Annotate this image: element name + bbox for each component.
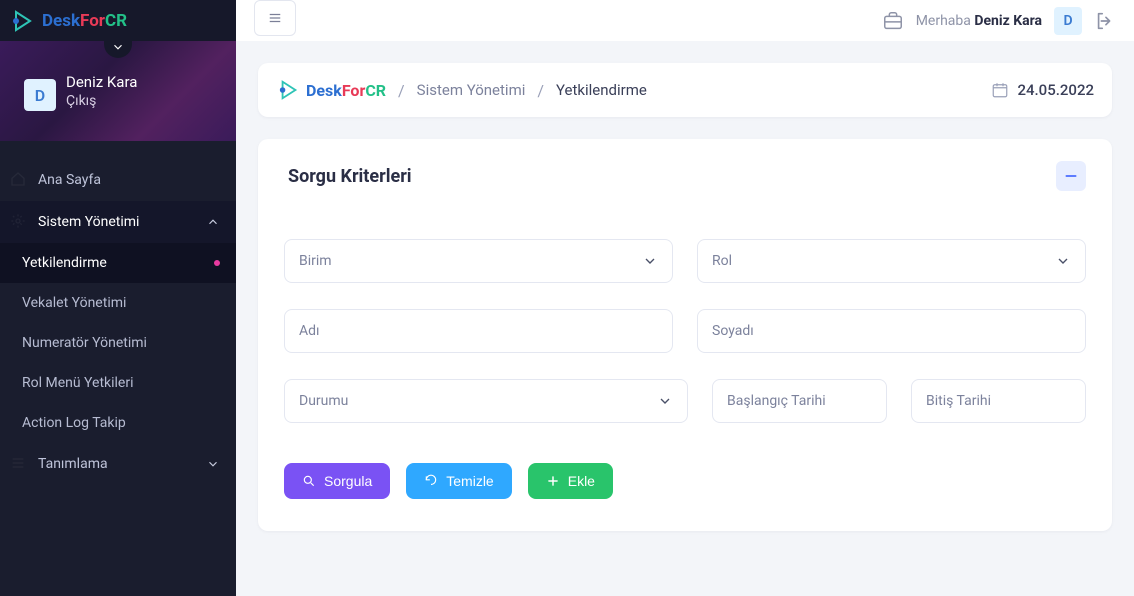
nav-item-label: Sistem Yönetimi [38, 214, 139, 230]
adi-input[interactable]: Adı [284, 309, 673, 353]
logout-icon[interactable] [1094, 10, 1116, 32]
breadcrumb-date: 24.05.2022 [991, 81, 1094, 99]
nav-item-label: Ana Sayfa [38, 172, 101, 188]
field-label: Adı [299, 323, 320, 339]
sub-item-numerator[interactable]: Numeratör Yönetimi [0, 323, 236, 363]
field-label: Rol [712, 253, 732, 269]
button-label: Ekle [568, 473, 595, 489]
sub-item-action-log[interactable]: Action Log Takip [0, 403, 236, 443]
field-label: Birim [299, 253, 332, 269]
sidebar: DeskForCR D Deniz Kara Çıkış Ana Sayfa S… [0, 0, 236, 596]
header-avatar[interactable]: D [1054, 7, 1082, 35]
sub-item-authorization[interactable]: Yetkilendirme [0, 243, 236, 283]
bitis-date-input[interactable]: Bitiş Tarihi [911, 379, 1086, 423]
soyadi-input[interactable]: Soyadı [697, 309, 1086, 353]
logo-icon [276, 77, 302, 103]
sub-item-delegation[interactable]: Vekalet Yönetimi [0, 283, 236, 323]
action-bar: Sorgula Temizle Ekle [284, 463, 1086, 499]
nav-item-home[interactable]: Ana Sayfa [0, 159, 236, 201]
panel-header: Sorgu Kriterleri [284, 161, 1086, 191]
nav-item-definition[interactable]: Tanımlama [0, 443, 236, 485]
search-icon [302, 474, 316, 488]
breadcrumb-item[interactable]: Sistem Yönetimi [417, 81, 526, 99]
chevron-down-icon [1055, 253, 1071, 269]
hamburger-button[interactable] [254, 0, 296, 36]
calendar-icon [991, 81, 1009, 99]
sub-item-label: Action Log Takip [22, 415, 126, 431]
main: Merhaba Deniz Kara D DeskForCR / Sistem … [236, 0, 1134, 596]
button-label: Sorgula [324, 473, 372, 489]
avatar: D [24, 79, 56, 111]
active-dot-icon [214, 260, 220, 266]
logo-text: DeskForCR [42, 11, 127, 31]
briefcase-icon[interactable] [882, 10, 904, 32]
profile-area: D Deniz Kara Çıkış [0, 41, 236, 141]
home-icon [10, 171, 28, 189]
durumu-select[interactable]: Durumu [284, 379, 688, 423]
baslangic-date-input[interactable]: Başlangıç Tarihi [712, 379, 887, 423]
collapse-button[interactable] [1056, 161, 1086, 191]
panel-title: Sorgu Kriterleri [284, 166, 412, 187]
date-value: 24.05.2022 [1017, 81, 1094, 99]
topbar: Merhaba Deniz Kara D [236, 0, 1134, 41]
breadcrumb-item-active: Yetkilendirme [556, 81, 647, 99]
nav-item-label: Tanımlama [38, 456, 108, 472]
birim-select[interactable]: Birim [284, 239, 673, 283]
content: DeskForCR / Sistem Yönetimi / Yetkilendi… [236, 41, 1134, 553]
logo-icon [10, 8, 36, 34]
breadcrumb-card: DeskForCR / Sistem Yönetimi / Yetkilendi… [258, 63, 1112, 117]
greeting-name: Deniz Kara [974, 13, 1042, 29]
list-icon [10, 455, 28, 473]
nav-item-system-management[interactable]: Sistem Yönetimi [0, 201, 236, 243]
profile-name: Deniz Kara [66, 73, 137, 91]
undo-icon [424, 474, 438, 488]
plus-icon [546, 474, 560, 488]
chevron-down-icon [642, 253, 658, 269]
field-label: Bitiş Tarihi [926, 393, 991, 409]
breadcrumb-logo[interactable]: DeskForCR [276, 77, 386, 103]
greeting: Merhaba Deniz Kara [916, 13, 1042, 29]
temizle-button[interactable]: Temizle [406, 463, 511, 499]
nav: Ana Sayfa Sistem Yönetimi Yetkilendirme … [0, 141, 236, 485]
sub-item-label: Rol Menü Yetkileri [22, 375, 134, 391]
chevron-down-icon [206, 457, 220, 471]
sorgula-button[interactable]: Sorgula [284, 463, 390, 499]
profile-collapse-button[interactable] [104, 36, 132, 58]
ekle-button[interactable]: Ekle [528, 463, 613, 499]
button-label: Temizle [446, 473, 493, 489]
profile-logout-link[interactable]: Çıkış [66, 93, 96, 109]
field-label: Durumu [299, 393, 348, 409]
sub-item-label: Vekalet Yönetimi [22, 295, 126, 311]
sidebar-logo[interactable]: DeskForCR [0, 0, 236, 41]
greeting-prefix: Merhaba [916, 13, 971, 29]
rol-select[interactable]: Rol [697, 239, 1086, 283]
topbar-right: Merhaba Deniz Kara D [882, 7, 1116, 35]
field-label: Soyadı [712, 323, 754, 339]
field-label: Başlangıç Tarihi [727, 393, 826, 409]
sub-item-label: Numeratör Yönetimi [22, 335, 147, 351]
gear-icon [10, 213, 28, 231]
chevron-down-icon [657, 393, 673, 409]
breadcrumb-separator: / [537, 81, 544, 100]
sub-item-role-menu[interactable]: Rol Menü Yetkileri [0, 363, 236, 403]
chevron-up-icon [206, 215, 220, 229]
breadcrumb-separator: / [398, 81, 405, 100]
sub-item-label: Yetkilendirme [22, 255, 107, 271]
query-panel: Sorgu Kriterleri Birim Rol Adı [258, 139, 1112, 531]
